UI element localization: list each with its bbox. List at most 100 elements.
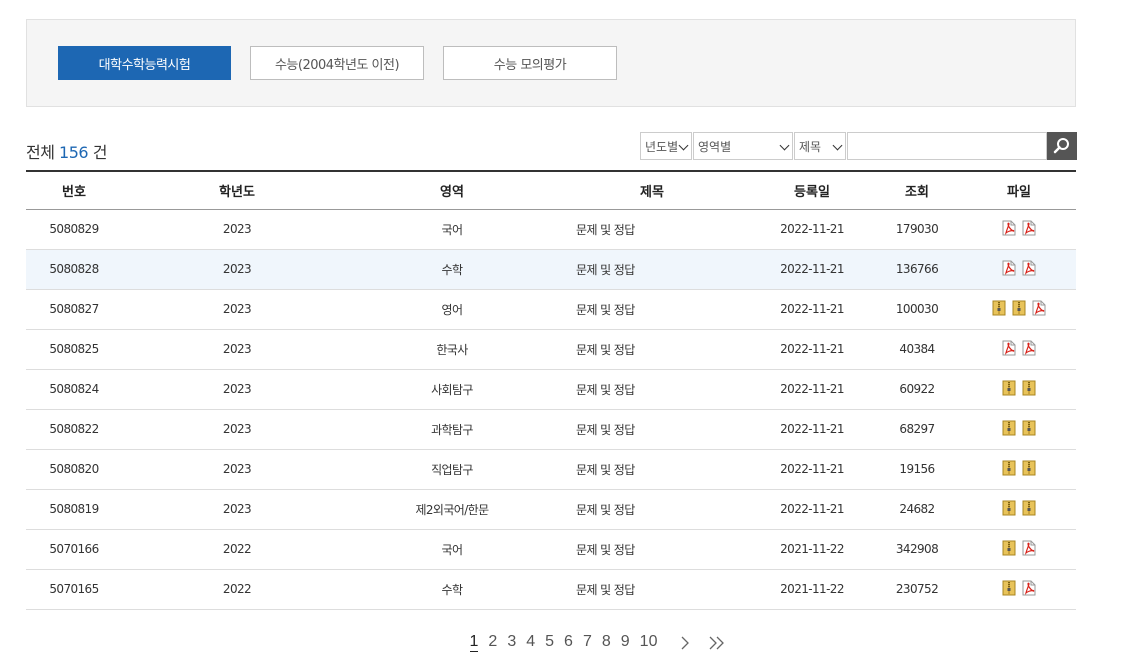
area-select[interactable]: 영역별: [693, 132, 793, 160]
search-button[interactable]: [1047, 132, 1077, 160]
page-8[interactable]: 8: [602, 633, 611, 652]
row-area: 국어: [352, 209, 552, 250]
row-area: 제2외국어/한문: [352, 489, 552, 530]
row-files: [962, 489, 1076, 530]
row-number: 5080827: [26, 289, 122, 330]
row-date: 2021-11-22: [752, 529, 872, 570]
zip-file-icon[interactable]: [1012, 300, 1026, 319]
row-views: 179030: [872, 209, 962, 250]
row-files: [962, 209, 1076, 250]
zip-file-icon[interactable]: [1002, 460, 1016, 479]
row-title-link[interactable]: 문제 및 정답: [552, 369, 752, 410]
field-select-label: 제목: [799, 139, 822, 154]
pdf-file-icon[interactable]: [1002, 340, 1016, 359]
row-area: 직업탐구: [352, 449, 552, 490]
row-title-link[interactable]: 문제 및 정답: [552, 569, 752, 610]
row-views: 230752: [872, 569, 962, 610]
row-date: 2022-11-21: [752, 489, 872, 530]
row-number: 5080825: [26, 329, 122, 370]
pdf-file-icon[interactable]: [1002, 260, 1016, 279]
pdf-file-icon[interactable]: [1022, 260, 1036, 279]
row-views: 19156: [872, 449, 962, 490]
table-row[interactable]: 5080825 2023 한국사 문제 및 정답 2022-11-21 40384: [26, 329, 1076, 370]
row-date: 2021-11-22: [752, 569, 872, 610]
zip-file-icon[interactable]: [1002, 540, 1016, 559]
table-row[interactable]: 5080829 2023 국어 문제 및 정답 2022-11-21 179030: [26, 209, 1076, 250]
year-select[interactable]: 년도별: [640, 132, 692, 160]
row-title-link[interactable]: 문제 및 정답: [552, 249, 752, 290]
double-chevron-right-icon[interactable]: [708, 633, 726, 652]
col-date: 등록일: [752, 170, 872, 210]
row-title-link[interactable]: 문제 및 정답: [552, 489, 752, 530]
zip-file-icon[interactable]: [1022, 420, 1036, 439]
pdf-file-icon[interactable]: [1022, 540, 1036, 559]
zip-file-icon[interactable]: [1022, 380, 1036, 399]
chevron-down-icon: [779, 140, 790, 151]
row-title-link[interactable]: 문제 및 정답: [552, 209, 752, 250]
total-suffix: 건: [92, 143, 108, 162]
col-year: 학년도: [122, 170, 352, 210]
row-date: 2022-11-21: [752, 249, 872, 290]
row-number: 5080829: [26, 209, 122, 250]
pdf-file-icon[interactable]: [1022, 340, 1036, 359]
field-select[interactable]: 제목: [794, 132, 846, 160]
table-row[interactable]: 5080822 2023 과학탐구 문제 및 정답 2022-11-21 68297: [26, 409, 1076, 450]
row-views: 100030: [872, 289, 962, 330]
page-9[interactable]: 9: [621, 633, 630, 652]
table-row[interactable]: 5080820 2023 직업탐구 문제 및 정답 2022-11-21 19156: [26, 449, 1076, 490]
col-views: 조회: [872, 170, 962, 210]
total-prefix: 전체: [26, 143, 55, 162]
row-files: [962, 249, 1076, 290]
row-area: 수학: [352, 569, 552, 610]
page-2[interactable]: 2: [488, 633, 497, 652]
row-year: 2022: [122, 529, 352, 570]
row-date: 2022-11-21: [752, 289, 872, 330]
tab-csat-mock[interactable]: 수능 모의평가: [443, 46, 617, 80]
pdf-file-icon[interactable]: [1022, 580, 1036, 599]
exam-tab-panel: 대학수학능력시험 수능(2004학년도 이전) 수능 모의평가: [26, 19, 1076, 107]
row-files: [962, 369, 1076, 410]
page-1[interactable]: 1: [469, 633, 479, 652]
year-select-label: 년도별: [645, 139, 679, 154]
table-row[interactable]: 5080828 2023 수학 문제 및 정답 2022-11-21 136766: [26, 249, 1076, 290]
zip-file-icon[interactable]: [1002, 420, 1016, 439]
zip-file-icon[interactable]: [1022, 460, 1036, 479]
row-title-link[interactable]: 문제 및 정답: [552, 289, 752, 330]
table-row[interactable]: 5080827 2023 영어 문제 및 정답 2022-11-21 100030: [26, 289, 1076, 330]
page-6[interactable]: 6: [564, 633, 573, 652]
table-row[interactable]: 5070166 2022 국어 문제 및 정답 2021-11-22 342908: [26, 529, 1076, 570]
pdf-file-icon[interactable]: [1032, 300, 1046, 319]
zip-file-icon[interactable]: [1002, 580, 1016, 599]
zip-file-icon[interactable]: [992, 300, 1006, 319]
row-year: 2022: [122, 569, 352, 610]
row-number: 5080822: [26, 409, 122, 450]
table-row[interactable]: 5080819 2023 제2외국어/한문 문제 및 정답 2022-11-21 2468…: [26, 489, 1076, 530]
search-bar: 년도별 영역별 제목: [640, 132, 1077, 160]
zip-file-icon[interactable]: [1022, 500, 1036, 519]
row-files: [962, 409, 1076, 450]
zip-file-icon[interactable]: [1002, 380, 1016, 399]
row-title-link[interactable]: 문제 및 정답: [552, 409, 752, 450]
area-select-label: 영역별: [698, 139, 732, 154]
page-5[interactable]: 5: [545, 633, 554, 652]
page-7[interactable]: 7: [583, 633, 592, 652]
row-title-link[interactable]: 문제 및 정답: [552, 449, 752, 490]
row-views: 136766: [872, 249, 962, 290]
page-3[interactable]: 3: [507, 633, 516, 652]
row-title-link[interactable]: 문제 및 정답: [552, 329, 752, 370]
row-files: [962, 529, 1076, 570]
page-10[interactable]: 10: [640, 633, 658, 652]
col-files: 파일: [962, 170, 1076, 210]
row-title-link[interactable]: 문제 및 정답: [552, 529, 752, 570]
page-4[interactable]: 4: [526, 633, 535, 652]
search-input[interactable]: [847, 132, 1047, 160]
table-row[interactable]: 5080824 2023 사회탐구 문제 및 정답 2022-11-21 60922: [26, 369, 1076, 410]
row-files: [962, 569, 1076, 610]
chevron-right-icon[interactable]: [680, 633, 690, 652]
tab-csat[interactable]: 대학수학능력시험: [58, 46, 231, 80]
tab-csat-before-2004[interactable]: 수능(2004학년도 이전): [250, 46, 424, 80]
zip-file-icon[interactable]: [1002, 500, 1016, 519]
pdf-file-icon[interactable]: [1022, 220, 1036, 239]
table-row[interactable]: 5070165 2022 수학 문제 및 정답 2021-11-22 230752: [26, 569, 1076, 610]
pdf-file-icon[interactable]: [1002, 220, 1016, 239]
